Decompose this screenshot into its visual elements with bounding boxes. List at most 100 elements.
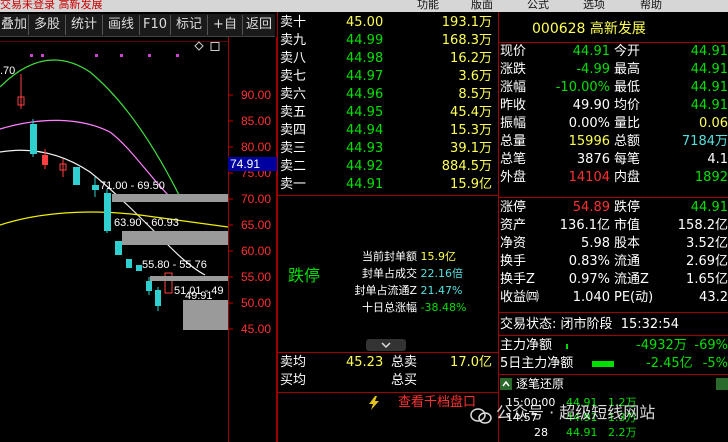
quote-value: 1.65亿 <box>686 272 728 287</box>
total-sell-value: 17.0亿 <box>450 355 492 370</box>
sell-label: 卖二 <box>280 159 307 174</box>
quote-label: 最高 <box>614 62 641 77</box>
quote-label: 涨跌 <box>500 62 527 77</box>
sell-volume: 45.4万 <box>450 105 492 120</box>
quote-label: 收益㈣ <box>500 290 540 305</box>
current-price-tag: 74.91 <box>230 157 260 171</box>
sell-price: 44.94 <box>346 123 384 138</box>
seal-label: 封单占流通Z <box>354 284 417 297</box>
sell-price: 44.99 <box>346 33 384 48</box>
order-book-panel: 卖十 45.00 193.1万 卖九 44.99 168.3万 卖八 44.98… <box>277 12 499 442</box>
quote-label: 每笔 <box>614 152 641 167</box>
quote-value: 136.1亿 <box>559 218 610 233</box>
stock-code: 000628 <box>532 21 586 37</box>
quote-value: 4.1 <box>707 152 728 167</box>
quote-label: 股本 <box>614 236 641 251</box>
quote-value: 15996 <box>568 134 610 149</box>
chart-toolbar: 叠加 多股 统计 画线 F10 标记 +自选 返回 <box>0 14 275 52</box>
main5-pct: -5% <box>702 356 728 371</box>
login-status: 交易未登录 高新发展 <box>0 0 103 11</box>
menu-help[interactable]: 帮助 <box>640 0 662 11</box>
mark-button[interactable]: 标记 <box>171 15 208 35</box>
quote-value: 44.91 <box>690 98 728 113</box>
axis-tick-50: 50.00 <box>241 296 271 310</box>
quote-value: 3.52亿 <box>686 236 728 251</box>
scroll-up-icon[interactable] <box>716 378 728 390</box>
trade-time: 15:32:54 <box>620 317 680 332</box>
quote-value: 54.89 <box>572 200 610 215</box>
sell-price: 44.97 <box>346 69 384 84</box>
quote-value: 158.2亿 <box>677 218 728 233</box>
tick-price: 44.91 <box>566 426 598 439</box>
quote-label: 涨停 <box>500 200 527 215</box>
sell-volume: 193.1万 <box>441 15 492 30</box>
multi-stock-button[interactable]: 多股 <box>29 15 66 35</box>
ten-level-button[interactable]: 查看千档盘口 <box>398 394 476 412</box>
quote-label: 总笔 <box>500 152 527 167</box>
axis-tick-55: 55.00 <box>241 270 271 284</box>
collapse-toggle[interactable] <box>366 339 406 351</box>
range-label-2: 63.90 - 60.93 <box>114 217 179 229</box>
range-label-1: 71.00 - 69.50 <box>100 180 165 192</box>
seal-value: 15.9亿 <box>420 250 457 263</box>
quote-label: 内盘 <box>614 170 641 185</box>
sell-price: 44.98 <box>346 51 384 66</box>
quote-label: 净资 <box>500 236 527 251</box>
seal-label: 当前封单额 <box>362 250 417 263</box>
f10-button[interactable]: F10 <box>140 15 171 35</box>
draw-line-button[interactable]: 画线 <box>103 15 140 35</box>
quote-value: 14104 <box>568 170 610 185</box>
sell-price: 45.00 <box>346 15 384 30</box>
sell-price: 44.96 <box>346 87 384 102</box>
quote-label: 量比 <box>614 116 641 131</box>
tab-tick-restore[interactable]: 逐笔还原 <box>516 375 564 393</box>
stock-name: 高新发展 <box>589 21 646 37</box>
quote-label: 振幅 <box>500 116 527 131</box>
menu-function[interactable]: 功能 <box>417 0 439 11</box>
seal-label: 十日总涨幅 <box>362 301 417 314</box>
main5-value: -2.45亿 <box>646 356 693 371</box>
quote-label: 跌停 <box>614 200 641 215</box>
wechat-icon <box>470 406 492 424</box>
sell-volume: 8.5万 <box>458 87 492 102</box>
seal-info: 当前封单额 15.9亿 封单占成交 22.16倍 封单占流通Z 21.47% 十… <box>343 248 466 316</box>
tab-icon[interactable] <box>500 378 512 390</box>
sell-price: 44.93 <box>346 141 384 156</box>
sell-label: 卖五 <box>280 105 307 120</box>
range-label-5: 49.91 <box>185 290 213 302</box>
sell-volume: 3.6万 <box>458 69 492 84</box>
axis-tick-70: 70.00 <box>241 192 271 206</box>
axis-tick-60: 60.00 <box>241 244 271 258</box>
menu-layout[interactable]: 版面 <box>471 0 493 11</box>
sell-label: 卖七 <box>280 69 307 84</box>
sell-price: 44.91 <box>346 177 384 192</box>
statistics-button[interactable]: 统计 <box>66 15 103 35</box>
lightning-icon <box>369 396 379 410</box>
back-button[interactable]: 返回 <box>243 15 275 35</box>
stock-header: 000628 高新发展 <box>532 20 646 38</box>
quote-value: 5.98 <box>581 236 610 251</box>
overlay-button[interactable]: 叠加 <box>0 15 29 35</box>
add-favorite-button[interactable]: +自选 <box>208 15 243 52</box>
axis-tick-65: 65.00 <box>241 218 271 232</box>
avg-buy-label: 买均 <box>280 373 307 388</box>
quote-label: 换手 <box>500 254 527 269</box>
sell-price: 44.92 <box>346 159 384 174</box>
menu-options[interactable]: 选项 <box>583 0 605 11</box>
range-label-3: 55.80 - 55.76 <box>142 259 207 271</box>
quote-label: PE(动) <box>614 290 654 305</box>
quote-value: -10.00% <box>555 80 610 95</box>
quote-value: 3876 <box>576 152 610 167</box>
quote-panel: 000628 高新发展 现价 44.91 今开 44.91 涨跌 -4.99 最… <box>498 12 728 442</box>
main-net-value: -4932万 <box>636 338 687 353</box>
main-net-pct: -69% <box>694 338 728 353</box>
quote-value: 44.91 <box>690 62 728 77</box>
sell-volume: 15.9亿 <box>450 177 492 192</box>
menu-formula[interactable]: 公式 <box>527 0 549 11</box>
title-bar: 交易未登录 高新发展 功能 版面 公式 选项 帮助 <box>0 0 728 12</box>
avg-sell-value: 45.23 <box>346 355 384 370</box>
sell-label: 卖九 <box>280 33 307 48</box>
top-left-label: .70 <box>0 65 15 77</box>
kline-chart[interactable]: 90.00 85.00 80.00 75.00 70.00 65.00 60.0… <box>0 37 277 442</box>
sell-volume: 39.1万 <box>450 141 492 156</box>
